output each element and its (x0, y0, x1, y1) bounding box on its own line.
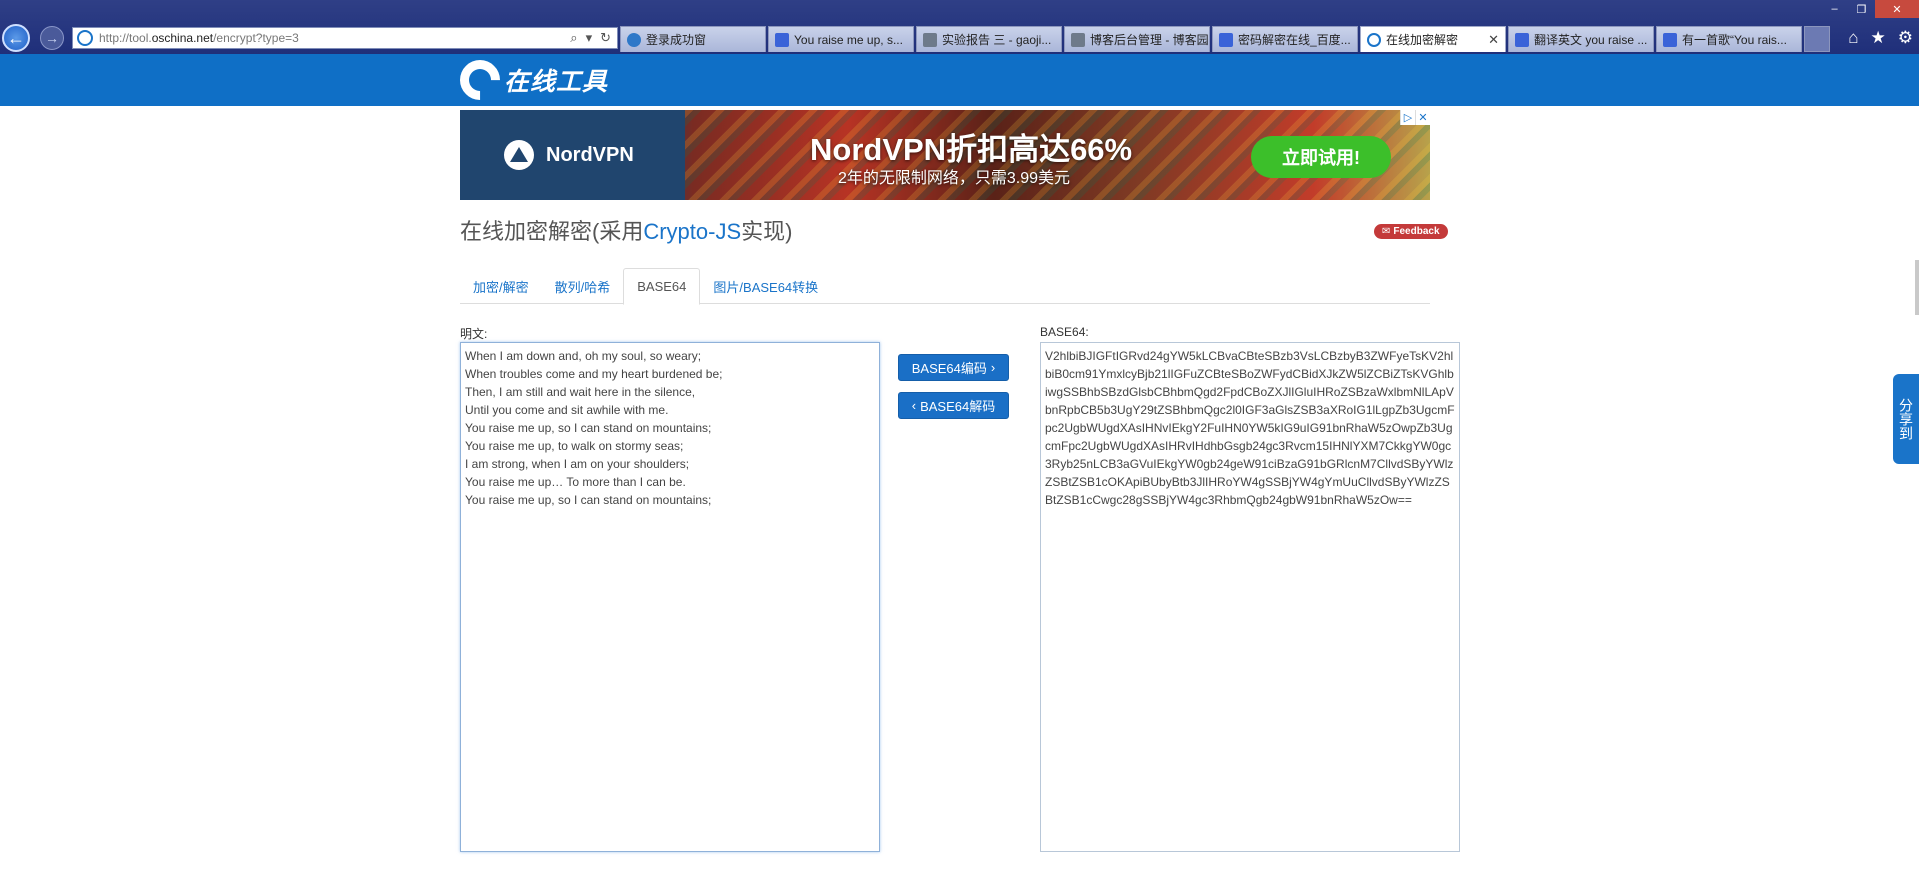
encode-label: BASE64编码 (911, 361, 987, 376)
plaintext-line: When I am down and, oh my soul, so weary… (465, 349, 702, 363)
chevron-right-icon: › (990, 360, 996, 375)
adchoices-icon[interactable]: ▷ (1400, 110, 1415, 125)
browser-tab[interactable]: 有一首歌“You rais... (1656, 26, 1802, 52)
share-label: 分享到 (1898, 398, 1914, 440)
base64-label: BASE64: (1040, 325, 1089, 339)
browser-tab-label: 翻译英文 you raise ... (1534, 33, 1648, 47)
base64-textarea[interactable]: V2hlbiBJIGFtIGRvd24gYW5kLCBvaCBteSBzb3Vs… (1040, 342, 1460, 852)
feedback-label: Feedback (1393, 226, 1440, 237)
site-header: 在线工具 (0, 51, 1919, 109)
address-bar[interactable]: http://tool. oschina.net/encrypt?type=3 ⌕… (72, 27, 618, 49)
title-prefix: 在线加密解密(采用 (460, 219, 644, 244)
ad-headline: NordVPN折扣高达66% (810, 132, 1133, 167)
browser-tab-label: 博客后台管理 - 博客园 (1090, 33, 1209, 47)
dropdown-icon[interactable]: ▾ (586, 30, 593, 46)
plaintext-line: You raise me up… To more than I can be. (465, 475, 686, 489)
ad-subline: 2年的无限制网络，只需3.99美元 (838, 170, 1071, 187)
plaintext-textarea[interactable]: When I am down and, oh my soul, so weary… (460, 342, 880, 852)
site-logo[interactable]: 在线工具 (451, 51, 609, 109)
tab-hash[interactable]: 散列/哈希 (542, 268, 624, 304)
decode-label: BASE64解码 (920, 399, 996, 414)
browser-tab[interactable]: You raise me up, s... (768, 26, 914, 52)
plaintext-line: You raise me up, so I can stand on mount… (465, 421, 712, 435)
ad-cta-button[interactable]: 立即试用! (1251, 136, 1391, 178)
ad-brand-name: NordVPN (546, 143, 634, 166)
ad-banner[interactable]: NordVPN NordVPN折扣高达66% 2年的无限制网络，只需3.99美元… (460, 110, 1430, 200)
back-arrow-icon[interactable]: ← (2, 24, 30, 52)
ie-icon (627, 32, 641, 47)
ad-close-icon[interactable]: ✕ (1415, 110, 1430, 125)
baidu-paw-icon (1515, 32, 1529, 47)
tab-encrypt-decrypt[interactable]: 加密/解密 (460, 268, 542, 304)
close-window-icon[interactable]: ✕ (1875, 0, 1919, 18)
browser-tab-label: You raise me up, s... (794, 32, 903, 47)
base64-output: V2hlbiBJIGFtIGRvd24gYW5kLCBvaCBteSBzb3Vs… (1045, 349, 1455, 507)
title-link-cryptojs[interactable]: Crypto-JS (643, 219, 741, 244)
browser-toolbar-icons: ⌂ ★ ⚙ (1848, 28, 1913, 48)
baidu-paw-icon (775, 32, 789, 47)
browser-tab[interactable]: 翻译英文 you raise ... (1508, 26, 1654, 52)
tool-tabs: 加密/解密 散列/哈希 BASE64 图片/BASE64转换 (460, 268, 1430, 305)
plaintext-line: When troubles come and my heart burdened… (465, 367, 723, 381)
browser-tab-label: 密码解密在线_百度... (1238, 33, 1351, 47)
base64-encode-button[interactable]: BASE64编码 › (898, 354, 1009, 381)
home-icon[interactable]: ⌂ (1848, 28, 1858, 48)
window-controls: – ❐ ✕ (1821, 0, 1919, 18)
browser-tab-label: 登录成功窗 (646, 33, 707, 47)
base64-decode-button[interactable]: ‹ BASE64解码 (898, 392, 1009, 419)
oschina-icon (1367, 32, 1381, 47)
cnblogs-icon (923, 32, 937, 47)
cnblogs-icon (1071, 32, 1085, 47)
scrollbar-thumb[interactable] (1915, 260, 1919, 315)
plaintext-line: Until you come and sit awhile with me. (465, 403, 669, 417)
close-tab-icon[interactable]: ✕ (1480, 32, 1499, 48)
browser-tab-label: 有一首歌“You rais... (1682, 33, 1787, 47)
restore-icon[interactable]: ❐ (1848, 0, 1875, 18)
logo-c-icon (451, 51, 509, 109)
address-domain: oschina.net (151, 31, 214, 45)
mountain-logo-icon (504, 140, 534, 170)
browser-tab-strip: 登录成功窗 You raise me up, s... 实验报告 三 - gao… (620, 26, 1830, 52)
address-prefix: http://tool. (99, 31, 152, 45)
tab-image-base64[interactable]: 图片/BASE64转换 (700, 268, 831, 304)
plaintext-line: Then, I am still and wait here in the si… (465, 385, 696, 399)
gear-icon[interactable]: ⚙ (1898, 28, 1913, 48)
browser-tab[interactable]: 密码解密在线_百度... (1212, 26, 1358, 52)
share-sidebar[interactable]: 分享到 (1893, 374, 1919, 464)
logo-text: 在线工具 (504, 67, 609, 96)
title-suffix: 实现) (741, 219, 793, 244)
plaintext-line: You raise me up, to walk on stormy seas; (465, 439, 684, 453)
refresh-icon[interactable]: ↻ (600, 30, 611, 46)
forward-arrow-icon[interactable]: → (40, 26, 64, 50)
baidu-paw-icon (1219, 32, 1233, 47)
address-path: /encrypt?type=3 (213, 31, 299, 45)
plaintext-label: 明文: (460, 327, 488, 341)
browser-tab[interactable]: 实验报告 三 - gaoji... (916, 26, 1062, 52)
browser-tab-active[interactable]: 在线加密解密 ✕ (1360, 26, 1506, 52)
search-icon[interactable]: ⌕ (570, 30, 577, 46)
favorites-star-icon[interactable]: ★ (1871, 28, 1886, 48)
browser-tab-label: 在线加密解密 (1386, 33, 1459, 47)
ad-controls: ▷ ✕ (1400, 110, 1430, 125)
browser-tab[interactable]: 登录成功窗 (620, 26, 766, 52)
browser-tab[interactable]: 博客后台管理 - 博客园 (1064, 26, 1210, 52)
minimize-icon[interactable]: – (1821, 0, 1848, 18)
browser-tab-label: 实验报告 三 - gaoji... (942, 33, 1052, 47)
envelope-icon: ✉ (1382, 226, 1391, 237)
new-tab-button[interactable] (1804, 26, 1830, 52)
page-title: 在线加密解密(采用Crypto-JS实现) (460, 214, 792, 246)
plaintext-line: You raise me up, so I can stand on mount… (465, 493, 712, 507)
site-favicon-icon (77, 30, 93, 46)
browser-chrome: ← → http://tool. oschina.net/encrypt?type… (0, 0, 1919, 54)
plaintext-line: I am strong, when I am on your shoulders… (465, 457, 690, 471)
tab-base64[interactable]: BASE64 (623, 268, 701, 305)
baidu-paw-icon (1663, 32, 1677, 47)
chevron-left-icon: ‹ (911, 398, 917, 413)
feedback-button[interactable]: ✉ Feedback (1374, 224, 1448, 239)
nordvpn-logo: NordVPN (504, 140, 634, 170)
